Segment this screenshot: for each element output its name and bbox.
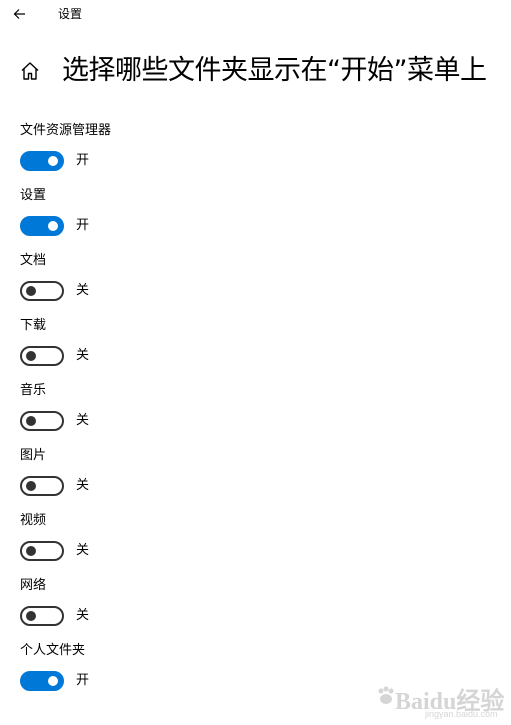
toggle-state-text: 开 xyxy=(76,153,90,168)
back-button[interactable] xyxy=(8,2,32,26)
paw-logo-icon xyxy=(378,686,394,704)
toggle-knob xyxy=(26,286,36,296)
toggle-state-text: 关 xyxy=(76,348,90,363)
toggle-switch[interactable] xyxy=(20,281,64,301)
toggle-knob xyxy=(26,416,36,426)
toggle-switch[interactable] xyxy=(20,476,64,496)
toggle-switch[interactable] xyxy=(20,411,64,431)
watermark-url: jingyan.baidu.com xyxy=(425,709,498,719)
setting-documents: 文档 关 xyxy=(20,252,500,317)
toggle-state-text: 关 xyxy=(76,478,90,493)
setting-label: 图片 xyxy=(20,448,47,463)
window-title: 设置 xyxy=(58,7,83,21)
setting-music: 音乐 关 xyxy=(20,382,500,447)
toggle-switch[interactable] xyxy=(20,541,64,561)
baidu-jingyan-watermark: Baidu经验 jingyan.baidu.com xyxy=(375,681,504,721)
setting-network: 网络 关 xyxy=(20,577,500,642)
setting-label: 视频 xyxy=(20,513,47,528)
toggle-knob xyxy=(48,156,58,166)
folder-toggle-list: 文件资源管理器 开 设置 开 文档 关 下载 关 音乐 关 图片 关 视频 关 … xyxy=(20,122,500,707)
toggle-knob xyxy=(26,611,36,621)
setting-label: 网络 xyxy=(20,578,47,593)
setting-downloads: 下载 关 xyxy=(20,317,500,382)
setting-label: 音乐 xyxy=(20,383,47,398)
setting-settings: 设置 开 xyxy=(20,187,500,252)
toggle-knob xyxy=(26,351,36,361)
toggle-switch[interactable] xyxy=(20,216,64,236)
title-bar: 设置 xyxy=(0,0,511,30)
home-icon xyxy=(21,62,39,80)
toggle-switch[interactable] xyxy=(20,606,64,626)
setting-label: 设置 xyxy=(20,188,47,203)
setting-label: 文档 xyxy=(20,253,47,268)
setting-label: 个人文件夹 xyxy=(20,643,86,658)
setting-label: 文件资源管理器 xyxy=(20,123,112,138)
toggle-state-text: 关 xyxy=(76,283,90,298)
toggle-state-text: 关 xyxy=(76,608,90,623)
toggle-knob xyxy=(26,546,36,556)
settings-page: 设置 选择哪些文件夹显示在“开始”菜单上 文件资源管理器 开 设置 开 文档 关… xyxy=(0,0,511,725)
arrow-left-icon xyxy=(13,9,25,19)
setting-label: 下载 xyxy=(20,318,47,333)
setting-pictures: 图片 关 xyxy=(20,447,500,512)
toggle-state-text: 关 xyxy=(76,413,90,428)
setting-file-explorer: 文件资源管理器 开 xyxy=(20,122,500,187)
setting-videos: 视频 关 xyxy=(20,512,500,577)
toggle-knob xyxy=(48,221,58,231)
page-header: 选择哪些文件夹显示在“开始”菜单上 xyxy=(0,50,511,94)
toggle-switch[interactable] xyxy=(20,671,64,691)
toggle-knob xyxy=(48,676,58,686)
toggle-state-text: 关 xyxy=(76,543,90,558)
toggle-knob xyxy=(26,481,36,491)
page-title: 选择哪些文件夹显示在“开始”菜单上 xyxy=(62,55,487,86)
home-button[interactable] xyxy=(19,60,41,82)
toggle-state-text: 开 xyxy=(76,673,90,688)
toggle-state-text: 开 xyxy=(76,218,90,233)
toggle-switch[interactable] xyxy=(20,151,64,171)
toggle-switch[interactable] xyxy=(20,346,64,366)
